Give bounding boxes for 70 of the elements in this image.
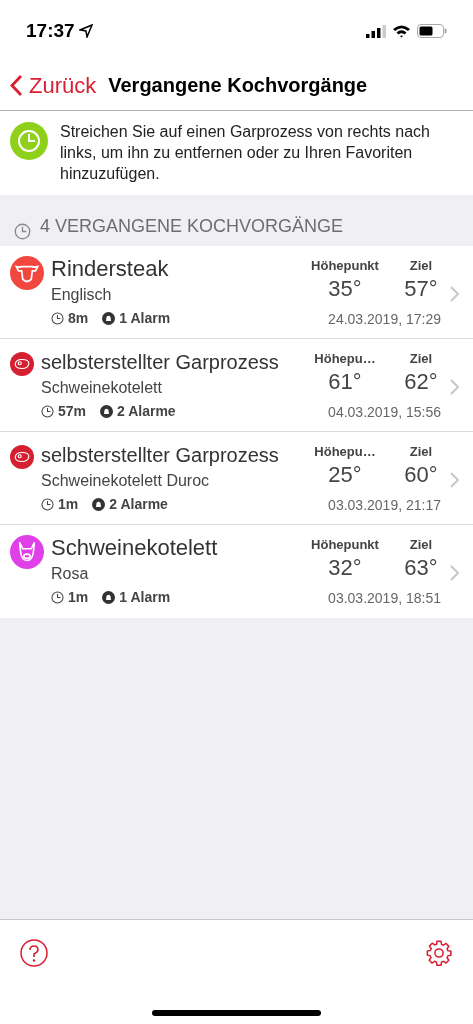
session-row[interactable]: selbsterstellter Garprozess Schweinekotelett 57m 2 Alarme Höhepu… 61° Ziel 62° 04.03.2019, 15:56 bbox=[0, 339, 473, 432]
session-subtitle: Schweinekotelett bbox=[41, 378, 163, 398]
help-icon[interactable] bbox=[20, 939, 48, 967]
peak-label: Höhepu… bbox=[314, 350, 376, 368]
chevron-right-icon bbox=[450, 379, 459, 395]
session-date: 24.03.2019, 17:29 bbox=[328, 309, 441, 329]
session-date: 04.03.2019, 15:56 bbox=[328, 402, 441, 422]
clock-icon bbox=[41, 405, 54, 418]
chevron-right-icon bbox=[450, 286, 459, 302]
clock-icon bbox=[51, 312, 64, 325]
bell-icon bbox=[100, 405, 114, 418]
duration-text: 1m bbox=[68, 588, 89, 607]
chevron-right-icon bbox=[450, 472, 459, 488]
session-subtitle: Rosa bbox=[51, 564, 90, 584]
chevron-right-icon bbox=[450, 565, 459, 581]
peak-label: Höhepunkt bbox=[311, 536, 379, 554]
target-temperature: 57° bbox=[404, 275, 438, 302]
settings-icon[interactable] bbox=[425, 939, 453, 967]
back-button[interactable]: Zurück bbox=[10, 68, 97, 102]
location-arrow-icon bbox=[78, 24, 93, 38]
clock-icon bbox=[51, 591, 64, 604]
session-subtitle: Englisch bbox=[51, 285, 113, 305]
clock-icon bbox=[14, 223, 31, 240]
cow-head-icon bbox=[15, 265, 39, 283]
alarm-count: 2 Alarme bbox=[117, 402, 176, 421]
session-title: selbsterstellter Garprozess bbox=[41, 443, 280, 468]
page-title: Vergangene Kochvorgänge bbox=[108, 73, 368, 98]
wifi-icon bbox=[392, 24, 411, 38]
section-header: 4 VERGANGENE KOCHVORGÄNGE bbox=[40, 215, 344, 238]
clock-icon bbox=[41, 498, 54, 511]
session-subtitle: Schweinekotelett Duroc bbox=[41, 471, 211, 491]
target-temperature: 62° bbox=[404, 368, 438, 395]
bell-icon bbox=[102, 312, 116, 325]
bell-icon bbox=[102, 591, 116, 604]
pig-icon bbox=[18, 541, 36, 562]
peak-temperature: 32° bbox=[328, 554, 362, 581]
hint-text: Streichen Sie auf einen Garprozess von rechts nach links, um ihn zu entfernen oder zu Ihren Favoriten hinzuzufügen. bbox=[60, 122, 431, 184]
duration-text: 1m bbox=[58, 495, 79, 514]
session-row[interactable]: Schweinekotelett Rosa 1m 1 Alarm Höhepunkt 32° Ziel 63° 03.03.2019, 18:51 bbox=[0, 525, 473, 618]
alarm-count: 1 Alarm bbox=[119, 309, 171, 328]
duration-text: 57m bbox=[58, 402, 87, 421]
peak-temperature: 35° bbox=[328, 275, 362, 302]
peak-temperature: 61° bbox=[328, 368, 362, 395]
steak-icon bbox=[14, 451, 30, 463]
duration-text: 8m bbox=[68, 309, 89, 328]
peak-label: Höhepunkt bbox=[311, 257, 379, 275]
target-label: Ziel bbox=[409, 443, 433, 461]
target-temperature: 60° bbox=[404, 461, 438, 488]
status-time: 17:37 bbox=[26, 18, 75, 43]
session-date: 03.03.2019, 18:51 bbox=[328, 588, 441, 608]
peak-label: Höhepu… bbox=[314, 443, 376, 461]
target-label: Ziel bbox=[409, 536, 433, 554]
clock-badge-icon bbox=[10, 122, 48, 160]
session-date: 03.03.2019, 21:17 bbox=[328, 495, 441, 515]
peak-temperature: 25° bbox=[328, 461, 362, 488]
battery-icon bbox=[417, 24, 447, 38]
target-temperature: 63° bbox=[404, 554, 438, 581]
session-row[interactable]: selbsterstellter Garprozess Schweinekotelett Duroc 1m 2 Alarme Höhepu… 25° Ziel 60° 03.03.2019, 21:17 bbox=[0, 432, 473, 525]
session-row[interactable]: Rindersteak Englisch 8m 1 Alarm Höhepunkt 35° Ziel 57° 24.03.2019, 17:29 bbox=[0, 246, 473, 339]
alarm-count: 1 Alarm bbox=[119, 588, 171, 607]
session-title: selbsterstellter Garprozess bbox=[41, 350, 280, 375]
session-title: Schweinekotelett bbox=[51, 535, 219, 561]
alarm-count: 2 Alarme bbox=[109, 495, 168, 514]
target-label: Ziel bbox=[409, 350, 433, 368]
steak-icon bbox=[14, 358, 30, 370]
bell-icon bbox=[92, 498, 106, 511]
session-title: Rindersteak bbox=[51, 256, 170, 282]
target-label: Ziel bbox=[409, 257, 433, 275]
signal-icon bbox=[366, 24, 386, 38]
chevron-left-icon bbox=[10, 73, 23, 97]
